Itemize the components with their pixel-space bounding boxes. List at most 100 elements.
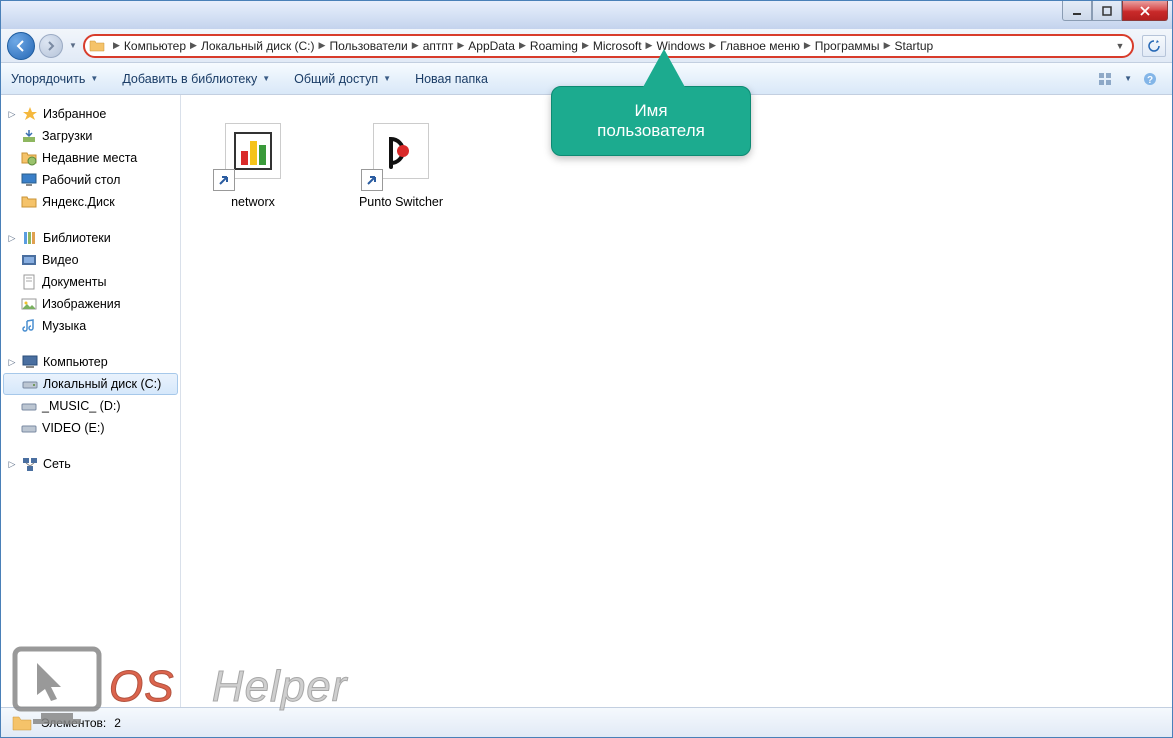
sidebar-item-label: Видео — [42, 253, 79, 267]
sidebar-recent[interactable]: Недавние места — [1, 147, 180, 169]
file-item-networx[interactable]: networx — [193, 111, 313, 209]
sidebar-downloads[interactable]: Загрузки — [1, 125, 180, 147]
star-icon — [22, 106, 38, 122]
address-dropdown[interactable]: ▼ — [1112, 41, 1128, 51]
expander-icon[interactable]: ▷ — [7, 233, 17, 244]
add-to-library-label: Добавить в библиотеку — [122, 72, 257, 86]
items-view[interactable]: networx Punto Swit — [181, 95, 1172, 707]
recent-icon — [21, 150, 37, 166]
libraries-icon — [22, 230, 38, 246]
crumb-roaming[interactable]: Roaming — [530, 39, 578, 53]
chevron-down-icon: ▼ — [90, 74, 98, 83]
chevron-right-icon[interactable]: ▶ — [113, 40, 120, 51]
chevron-right-icon[interactable]: ▶ — [884, 40, 891, 51]
forward-button[interactable] — [39, 34, 63, 58]
sidebar-documents[interactable]: Документы — [1, 271, 180, 293]
chevron-down-icon: ▼ — [262, 74, 270, 83]
share-button[interactable]: Общий доступ ▼ — [294, 72, 391, 86]
chevron-right-icon[interactable]: ▶ — [190, 40, 197, 51]
sidebar-item-label: Музыка — [42, 319, 86, 333]
chevron-right-icon[interactable]: ▶ — [709, 40, 716, 51]
video-icon — [21, 252, 37, 268]
help-button[interactable]: ? — [1138, 68, 1162, 90]
history-dropdown[interactable]: ▼ — [67, 41, 79, 50]
back-button[interactable] — [7, 32, 35, 60]
network-icon — [22, 456, 38, 472]
crumb-username[interactable]: аптпт — [423, 39, 454, 53]
crumb-microsoft[interactable]: Microsoft — [593, 39, 642, 53]
network-root[interactable]: ▷ Сеть — [1, 453, 180, 475]
libraries-label: Библиотеки — [43, 231, 111, 245]
folder-icon — [21, 194, 37, 210]
expander-icon[interactable]: ▷ — [7, 357, 17, 368]
sidebar-localdisk-c[interactable]: Локальный диск (C:) — [3, 373, 178, 395]
shortcut-arrow-icon — [213, 169, 235, 191]
file-icon — [361, 111, 441, 191]
close-button[interactable] — [1122, 1, 1168, 21]
folder-icon — [11, 712, 33, 734]
navigation-pane: ▷ Избранное Загрузки Недавние места Рабо… — [1, 95, 181, 707]
file-item-punto[interactable]: Punto Switcher — [341, 111, 461, 209]
chevron-right-icon[interactable]: ▶ — [804, 40, 811, 51]
refresh-button[interactable] — [1142, 35, 1166, 57]
sidebar-video[interactable]: Видео — [1, 249, 180, 271]
sidebar-desktop[interactable]: Рабочий стол — [1, 169, 180, 191]
crumb-users[interactable]: Пользователи — [329, 39, 407, 53]
sidebar-item-label: Яндекс.Диск — [42, 195, 115, 209]
new-folder-button[interactable]: Новая папка — [415, 72, 488, 86]
computer-root[interactable]: ▷ Компьютер — [1, 351, 180, 373]
organize-label: Упорядочить — [11, 72, 85, 86]
chevron-right-icon[interactable]: ▶ — [457, 40, 464, 51]
crumb-appdata[interactable]: AppData — [468, 39, 515, 53]
expander-icon[interactable]: ▷ — [7, 109, 17, 120]
maximize-button[interactable] — [1092, 1, 1122, 21]
body: ▷ Избранное Загрузки Недавние места Рабо… — [1, 95, 1172, 707]
view-options-button[interactable] — [1094, 68, 1118, 90]
chevron-down-icon: ▼ — [383, 74, 391, 83]
chevron-right-icon[interactable]: ▶ — [582, 40, 589, 51]
shortcut-arrow-icon — [361, 169, 383, 191]
svg-text:?: ? — [1147, 75, 1153, 86]
libraries-root[interactable]: ▷ Библиотеки — [1, 227, 180, 249]
crumb-localdisk[interactable]: Локальный диск (C:) — [201, 39, 315, 53]
sidebar-pictures[interactable]: Изображения — [1, 293, 180, 315]
sidebar-item-label: Загрузки — [42, 129, 92, 143]
favorites-label: Избранное — [43, 107, 106, 121]
music-icon — [21, 318, 37, 334]
sidebar-music[interactable]: Музыка — [1, 315, 180, 337]
computer-label: Компьютер — [43, 355, 108, 369]
breadcrumb: ▶ Компьютер ▶ Локальный диск (C:) ▶ Пользо… — [109, 39, 933, 53]
crumb-programs[interactable]: Программы — [815, 39, 880, 53]
chevron-down-icon[interactable]: ▼ — [1124, 74, 1132, 83]
share-label: Общий доступ — [294, 72, 378, 86]
chevron-right-icon[interactable]: ▶ — [519, 40, 526, 51]
desktop-icon — [21, 172, 37, 188]
organize-button[interactable]: Упорядочить ▼ — [11, 72, 98, 86]
favorites-root[interactable]: ▷ Избранное — [1, 103, 180, 125]
chevron-right-icon[interactable]: ▶ — [319, 40, 326, 51]
favorites-group: ▷ Избранное Загрузки Недавние места Рабо… — [1, 103, 180, 213]
minimize-button[interactable] — [1062, 1, 1092, 21]
sidebar-item-label: Локальный диск (C:) — [43, 377, 161, 391]
status-bar: Элементов: 2 — [1, 707, 1172, 737]
add-to-library-button[interactable]: Добавить в библиотеку ▼ — [122, 72, 270, 86]
computer-icon — [22, 354, 38, 370]
drive-icon — [21, 420, 37, 436]
expander-icon[interactable]: ▷ — [7, 459, 17, 470]
punto-icon — [379, 129, 423, 173]
callout-line1: Имя — [562, 101, 740, 121]
address-bar[interactable]: ▶ Компьютер ▶ Локальный диск (C:) ▶ Пользо… — [83, 34, 1134, 58]
network-group: ▷ Сеть — [1, 453, 180, 475]
file-icon — [213, 111, 293, 191]
sidebar-item-label: Документы — [42, 275, 106, 289]
crumb-startmenu[interactable]: Главное меню — [720, 39, 800, 53]
sidebar-item-label: VIDEO (E:) — [42, 421, 105, 435]
crumb-computer[interactable]: Компьютер — [124, 39, 186, 53]
nav-bar: ▼ ▶ Компьютер ▶ Локальный диск (C:) ▶ Поль… — [1, 29, 1172, 63]
crumb-startup[interactable]: Startup — [894, 39, 933, 53]
sidebar-yandex[interactable]: Яндекс.Диск — [1, 191, 180, 213]
sidebar-music-d[interactable]: _MUSIC_ (D:) — [1, 395, 180, 417]
documents-icon — [21, 274, 37, 290]
chevron-right-icon[interactable]: ▶ — [412, 40, 419, 51]
sidebar-video-e[interactable]: VIDEO (E:) — [1, 417, 180, 439]
